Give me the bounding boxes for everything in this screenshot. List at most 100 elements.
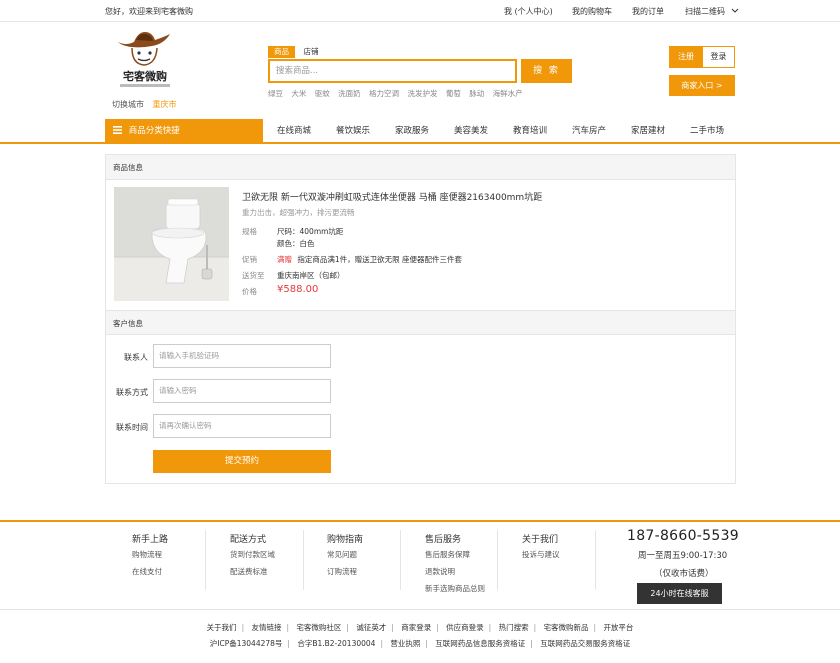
orders-link[interactable]: 我的订单 [632, 6, 664, 17]
bottom-link[interactable]: 商家登录 [401, 623, 431, 632]
footer-divider [205, 530, 206, 590]
nav-item-home-building[interactable]: 家居建材 [631, 119, 665, 143]
bottom-link[interactable]: 诚征英才 [356, 623, 386, 632]
hot-keywords: 绿豆 大米 驱蚊 洗面奶 格力空调 洗发护发 葡萄 脉动 海鲜水产 [268, 88, 529, 99]
footer-link[interactable]: 货到付款区域 [230, 549, 275, 560]
greeting-text: 您好，欢迎来到宅客微购 [105, 7, 193, 16]
footer-link[interactable]: 退款说明 [425, 566, 455, 577]
cart-link[interactable]: 我的购物车 [572, 6, 612, 17]
nav-underline [0, 142, 840, 144]
hotword-link[interactable]: 脉动 [469, 89, 484, 98]
register-button[interactable]: 注册 [669, 46, 703, 68]
site-logo[interactable]: 宅客微购 [112, 28, 178, 92]
footer-link[interactable]: 新手选购商品总则 [425, 583, 485, 594]
license-link[interactable]: 互联网药品交易服务资格证 [540, 639, 630, 648]
contact-method-label: 联系方式 [116, 388, 148, 397]
personal-center-link[interactable]: 我 (个人中心) [504, 6, 553, 17]
footer-col-title: 售后服务 [425, 535, 462, 545]
footer-link[interactable]: 购物流程 [132, 549, 162, 560]
hotword-link[interactable]: 绿豆 [268, 89, 283, 98]
online-service-button[interactable]: 24小时在线客服 [637, 583, 722, 604]
category-menu-label: 商品分类快捷 [128, 126, 180, 136]
product-title[interactable]: 卫欲无限 新一代双漩冲刷虹吸式连体坐便器 马桶 座便器2163400mm坑距 [242, 190, 542, 203]
footer-link[interactable]: 配送费标准 [230, 566, 268, 577]
footer-bottom-line [0, 609, 840, 610]
footer-link[interactable]: 在线支付 [132, 566, 162, 577]
license-links: 沪ICP备13044278号 | 合字B1.B2-20130004 | 营业执照 | … [209, 639, 631, 648]
hotword-link[interactable]: 大米 [291, 89, 306, 98]
bottom-link[interactable]: 友情链接 [251, 623, 281, 632]
hotword-link[interactable]: 洗面奶 [338, 89, 361, 98]
hotword-link[interactable]: 洗发护发 [407, 89, 437, 98]
call-fee-note: （仅收市话费） [654, 569, 714, 579]
license-link[interactable]: 营业执照 [390, 639, 420, 648]
chevron-down-icon [731, 8, 738, 13]
footer-col-title: 关于我们 [522, 535, 559, 545]
license-link[interactable]: 合字B1.B2-20130004 [297, 639, 375, 648]
nav-item-beauty[interactable]: 美容美发 [454, 119, 488, 143]
shipping-label: 送货至 [242, 271, 265, 280]
promo-label: 促销 [242, 255, 257, 264]
product-price: ¥588.00 [277, 284, 319, 295]
contact-time-input[interactable]: 请再次确认密码 [153, 414, 331, 438]
nav-item-online-mall[interactable]: 在线商城 [277, 119, 311, 143]
hotword-link[interactable]: 葡萄 [446, 89, 461, 98]
tab-shops[interactable]: 店铺 [298, 46, 325, 58]
nav-item-education[interactable]: 教育培训 [513, 119, 547, 143]
product-subtitle: 重力出击，超强冲力，排污更流畅 [242, 208, 355, 217]
login-button[interactable]: 登录 [702, 46, 735, 68]
product-info-header: 商品信息 [106, 155, 735, 180]
hotline-phone: 187-8660-5539 [627, 528, 739, 544]
nav-item-auto-realestate[interactable]: 汽车房产 [572, 119, 606, 143]
qrcode-link[interactable]: 扫描二维码 [685, 6, 739, 17]
city-switcher[interactable]: 切换城市 重庆市 [112, 99, 177, 110]
footer-top-line [0, 520, 840, 522]
price-label: 价格 [242, 287, 257, 296]
bottom-links: 关于我们 | 友情链接 | 宅客微购社区 | 诚征英才 | 商家登录 | 供应商登录 | 热… [206, 623, 634, 632]
bottom-link[interactable]: 开放平台 [603, 623, 633, 632]
search-tabs: 商品 店铺 [268, 46, 325, 58]
submit-booking-button[interactable]: 提交预约 [153, 450, 331, 473]
promo-badge: 满赠 [277, 255, 292, 264]
qrcode-link-label: 扫描二维码 [685, 7, 725, 16]
merchant-entry-button[interactable]: 商家入口 > [669, 75, 735, 96]
cowboy-hat-logo-icon: 宅客微购 [118, 32, 170, 87]
bottom-link[interactable]: 供应商登录 [446, 623, 484, 632]
toilet-image-icon [114, 187, 229, 301]
footer-divider [400, 530, 401, 590]
contact-time-label: 联系时间 [116, 423, 148, 432]
bottom-link[interactable]: 热门搜索 [499, 623, 529, 632]
footer-col-title: 配送方式 [230, 535, 267, 545]
license-link[interactable]: 沪ICP备13044278号 [210, 639, 283, 648]
footer-divider [497, 530, 498, 590]
nav-item-housekeeping[interactable]: 家政服务 [395, 119, 429, 143]
spec-label: 规格 [242, 227, 257, 236]
current-city: 重庆市 [152, 100, 177, 109]
search-button[interactable]: 搜 索 [521, 59, 572, 83]
svg-text:宅客微购: 宅客微购 [123, 69, 167, 83]
search-input[interactable]: 搜索商品... [268, 59, 517, 83]
spec-size: 尺码：400mm坑距 [277, 227, 344, 236]
city-switch-label: 切换城市 [112, 100, 144, 109]
nav-item-dining[interactable]: 餐饮娱乐 [336, 119, 370, 143]
customer-info-header: 客户信息 [106, 310, 735, 335]
bottom-link[interactable]: 宅客微购新品 [544, 623, 589, 632]
bottom-link[interactable]: 宅客微购社区 [296, 623, 341, 632]
promo-text: 指定商品满1件，赠送卫欲无限 座便器配件三件套 [297, 255, 463, 264]
product-image[interactable] [114, 187, 229, 301]
bottom-link[interactable]: 关于我们 [207, 623, 237, 632]
license-link[interactable]: 互联网药品信息服务资格证 [435, 639, 525, 648]
hotword-link[interactable]: 海鲜水产 [493, 89, 523, 98]
tab-products[interactable]: 商品 [268, 46, 295, 58]
contact-name-input[interactable]: 请输入手机验证码 [153, 344, 331, 368]
footer-col-title: 新手上路 [132, 535, 169, 545]
contact-method-input[interactable]: 请输入密码 [153, 379, 331, 403]
hotword-link[interactable]: 格力空调 [369, 89, 399, 98]
footer-link[interactable]: 投诉与建议 [522, 549, 560, 560]
footer-link[interactable]: 常见问题 [327, 549, 357, 560]
nav-item-second-hand[interactable]: 二手市场 [690, 119, 724, 143]
category-menu-button[interactable]: 商品分类快捷 [105, 119, 263, 143]
footer-link[interactable]: 售后服务保障 [425, 549, 470, 560]
hotword-link[interactable]: 驱蚊 [315, 89, 330, 98]
footer-link[interactable]: 订购流程 [327, 566, 357, 577]
